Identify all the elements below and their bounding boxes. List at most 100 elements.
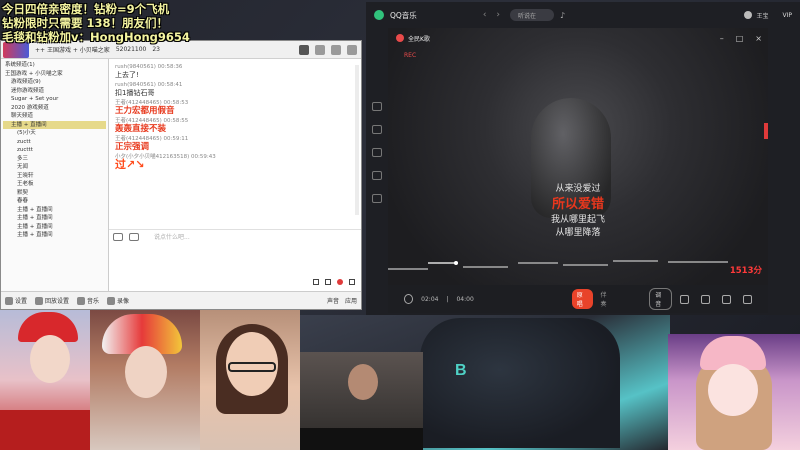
online-count: 23 bbox=[152, 46, 160, 53]
music-icon bbox=[77, 296, 86, 305]
search-input[interactable]: 听说在 bbox=[510, 9, 555, 21]
channel-tree-item[interactable]: 主播 + 直播间 bbox=[3, 231, 106, 240]
face bbox=[708, 364, 758, 416]
music-button[interactable]: 音乐 bbox=[77, 296, 99, 305]
send-icon[interactable] bbox=[349, 279, 355, 285]
avatar[interactable] bbox=[744, 11, 753, 19]
chat-message: 王者(412448465) 00:58:53 王力宏都用假音 bbox=[115, 99, 355, 115]
effect-icon[interactable] bbox=[680, 294, 689, 304]
channel-tree-item[interactable]: 无闻 bbox=[3, 163, 106, 172]
app-title: QQ音乐 bbox=[390, 10, 417, 20]
channel-tree-item[interactable]: zuctt bbox=[3, 138, 106, 147]
channel-tree-item[interactable]: 主播 + 直播间 bbox=[3, 214, 106, 223]
gamepad-icon[interactable] bbox=[113, 233, 123, 241]
chat-panel: rush(9840561) 00:58:36 上去了! rush(9840561) … bbox=[109, 59, 361, 291]
loop-icon[interactable] bbox=[722, 294, 731, 304]
channel-tree-item[interactable]: Sugar + Set your bbox=[3, 95, 106, 104]
channel-tree-item[interactable]: 王国游戏 + 小贝喵之家 bbox=[3, 70, 106, 79]
mic-icon bbox=[35, 296, 44, 305]
face bbox=[125, 346, 167, 398]
sidebar-video-icon[interactable] bbox=[372, 125, 382, 134]
channel-tree-item[interactable]: 迷你游戏频道 bbox=[3, 87, 106, 96]
channel-tree-item[interactable]: 主播 + 直播间 bbox=[3, 223, 106, 232]
record-icon[interactable] bbox=[337, 279, 343, 285]
message-text: 轰轰直接不装 bbox=[115, 124, 167, 134]
enter-icon[interactable] bbox=[313, 279, 319, 285]
chat-scrollbar[interactable] bbox=[355, 65, 359, 215]
settings-button[interactable]: 设置 bbox=[5, 296, 27, 305]
settings-icon bbox=[5, 296, 13, 305]
game-icon[interactable] bbox=[315, 44, 325, 55]
chat-message: 小夕(小夕小贝喵412163518) 00:59:43 过↗↘ bbox=[115, 153, 355, 170]
music-sidebar bbox=[372, 102, 382, 203]
check-icon[interactable] bbox=[743, 294, 752, 304]
vip-badge[interactable]: VIP bbox=[783, 12, 793, 19]
channel-tree-item[interactable]: 主播 + 直播间 bbox=[3, 206, 106, 215]
message-text: 上去了! bbox=[115, 71, 139, 79]
face bbox=[30, 335, 70, 383]
message-text: 扣1播钻石哥 bbox=[115, 89, 155, 97]
overlay-line-1: 今日四倍亲密度！钻粉=9个飞机 bbox=[2, 2, 170, 16]
forward-icon[interactable]: › bbox=[496, 10, 500, 20]
sidebar-radio-icon[interactable] bbox=[372, 148, 382, 157]
close-icon[interactable]: × bbox=[755, 34, 762, 43]
chat-input-placeholder[interactable]: 说点什么吧... bbox=[154, 234, 190, 242]
back-icon[interactable]: ‹ bbox=[483, 10, 487, 20]
channel-tree-item[interactable]: zucttt bbox=[3, 146, 106, 155]
minimize-icon[interactable]: – bbox=[720, 34, 724, 43]
channel-tree[interactable]: 系统频道(1) 王国游戏 + 小贝喵之家 游戏频道(9) 迷你游戏频道 Sugar + … bbox=[1, 59, 109, 291]
time-total: 04:00 bbox=[456, 295, 474, 303]
home-icon[interactable] bbox=[299, 44, 309, 55]
lyrics: 从来没爱过 所以爱错 我从哪里起飞 从哪里降落 bbox=[388, 183, 768, 240]
apps-icon[interactable] bbox=[331, 44, 341, 55]
music-topbar: QQ音乐 ‹ › 听说在 ♪ 王宝 VIP bbox=[366, 2, 800, 28]
sidebar-music-icon[interactable] bbox=[372, 102, 382, 111]
channel-tree-item[interactable]: 主播 + 直播间 bbox=[3, 120, 106, 129]
chat-message: rush(9840561) 00:58:36 上去了! bbox=[115, 63, 355, 79]
channel-id: 52021100 bbox=[115, 46, 147, 53]
tuning-button[interactable]: 调音 bbox=[649, 288, 672, 310]
channel-tree-item[interactable]: 聊天频道 bbox=[3, 112, 106, 121]
emoji-icon[interactable] bbox=[129, 233, 139, 241]
message-meta: 小夕(小夕小贝喵412163518) 00:59:43 bbox=[115, 154, 216, 160]
overlay-line-2: 钻粉限时只需要 138！朋友们！ bbox=[2, 16, 169, 30]
voice-search-icon[interactable]: ♪ bbox=[560, 11, 565, 20]
settings-label: 设置 bbox=[15, 298, 28, 305]
lyric-line: 从哪里降落 bbox=[555, 228, 601, 238]
mixer-icon[interactable] bbox=[701, 294, 710, 304]
desk bbox=[300, 428, 423, 450]
stream-overlay-text: 今日四倍亲密度！钻粉=9个飞机 钻粉限时只需要 138！朋友们！ 毛毯和钻粉加v… bbox=[2, 2, 190, 44]
channel-tree-item[interactable]: 默契 bbox=[3, 189, 106, 198]
channel-tree-item[interactable]: (5)小天 bbox=[3, 129, 106, 138]
replay-button[interactable]: 回放设置 bbox=[35, 296, 69, 305]
channel-tree-item[interactable]: 游戏频道(9) bbox=[3, 78, 106, 87]
replay-label: 回放设置 bbox=[45, 298, 70, 305]
accompaniment-toggle[interactable]: 伴奏 bbox=[601, 290, 612, 308]
channel-tree-item[interactable]: 系统频道(1) bbox=[3, 61, 106, 70]
channel-tree-item[interactable]: 2020 游戏频道 bbox=[3, 104, 106, 113]
time-separator: | bbox=[446, 295, 449, 303]
pause-button[interactable] bbox=[404, 294, 414, 304]
clock-icon[interactable] bbox=[325, 279, 331, 285]
channel-tree-item[interactable]: 王老板 bbox=[3, 180, 106, 189]
karaoke-title: 全民K歌 bbox=[408, 35, 430, 43]
settings-icon[interactable] bbox=[347, 44, 357, 55]
sidebar-list-icon[interactable] bbox=[372, 194, 382, 203]
apps-button[interactable]: 应用 bbox=[345, 296, 357, 305]
channel-tree-item[interactable]: 王晓轩 bbox=[3, 172, 106, 181]
channel-tree-item[interactable]: 多三 bbox=[3, 155, 106, 164]
record-button[interactable]: 录像 bbox=[107, 296, 129, 305]
message-meta: 王者(412448465) 00:59:11 bbox=[115, 136, 189, 142]
sound-button[interactable]: 声音 bbox=[327, 296, 339, 305]
sidebar-download-icon[interactable] bbox=[372, 171, 382, 180]
karaoke-score: 1513分 bbox=[729, 266, 762, 276]
message-list: rush(9840561) 00:58:36 上去了! rush(9840561) … bbox=[115, 63, 355, 170]
maximize-icon[interactable]: □ bbox=[736, 34, 744, 43]
clothing bbox=[0, 410, 90, 450]
original-vocal-toggle[interactable]: 原唱 bbox=[571, 289, 593, 309]
user-name[interactable]: 王宝 bbox=[756, 11, 768, 20]
send-bar bbox=[313, 279, 355, 285]
channel-tree-item[interactable]: 春春 bbox=[3, 197, 106, 206]
user-area[interactable]: 王宝 VIP bbox=[744, 11, 800, 20]
time-current: 02:04 bbox=[421, 295, 439, 303]
